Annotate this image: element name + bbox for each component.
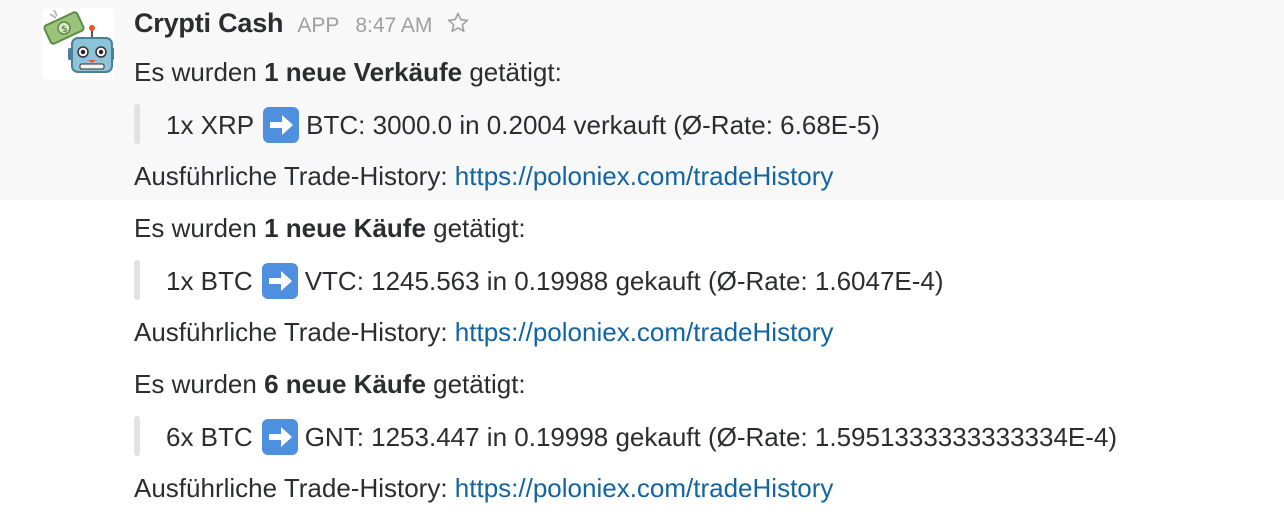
trade-count: 6 neue Käufe	[264, 369, 426, 399]
trade-detail: 1x XRP BTC: 3000.0 in 0.2004 verkauft (Ø…	[166, 106, 880, 144]
trade-source: 6x BTC	[166, 422, 253, 452]
trade-count: 1 neue Verkäufe	[264, 57, 463, 87]
trade-detail: 6x BTC GNT: 1253.447 in 0.19998 gekauft …	[166, 418, 1117, 456]
trade-result: BTC: 3000.0 in 0.2004 verkauft (Ø-Rate: …	[306, 110, 880, 140]
bot-avatar[interactable]: $	[42, 8, 114, 80]
trade-intro: Es wurden 1 neue Käufe getätigt:	[134, 213, 526, 243]
timestamp[interactable]: 8:47 AM	[355, 14, 432, 38]
trade-history-link[interactable]: https://poloniex.com/tradeHistory	[455, 161, 834, 191]
trade-history-line: Ausführliche Trade-History: https://polo…	[134, 317, 834, 347]
sender-name[interactable]: Crypti Cash	[134, 8, 284, 39]
star-icon[interactable]	[446, 11, 470, 40]
right-arrow-emoji-icon	[261, 419, 298, 455]
quote-bar	[134, 104, 140, 144]
trade-count: 1 neue Käufe	[264, 213, 426, 243]
trade-source: 1x BTC	[166, 266, 253, 296]
message-header: Crypti Cash APP 8:47 AM	[134, 8, 470, 48]
trade-intro: Es wurden 6 neue Käufe getätigt:	[134, 369, 526, 399]
trade-result: VTC: 1245.563 in 0.19988 gekauft (Ø-Rate…	[304, 266, 944, 296]
quote-bar	[134, 260, 140, 300]
trade-history-line: Ausführliche Trade-History: https://polo…	[134, 161, 834, 191]
trade-history-link[interactable]: https://poloniex.com/tradeHistory	[455, 473, 834, 503]
trade-history-link[interactable]: https://poloniex.com/tradeHistory	[455, 317, 834, 347]
right-arrow-emoji-icon	[263, 107, 300, 143]
app-badge: APP	[297, 14, 340, 37]
right-arrow-emoji-icon	[261, 263, 298, 299]
trade-detail: 1x BTC VTC: 1245.563 in 0.19988 gekauft …	[166, 262, 944, 300]
robot-money-emoji-icon: $	[43, 9, 114, 73]
quote-bar	[134, 416, 140, 456]
trade-result: GNT: 1253.447 in 0.19998 gekauft (Ø-Rate…	[304, 422, 1118, 452]
trade-source: 1x XRP	[166, 110, 255, 140]
trade-history-line: Ausführliche Trade-History: https://polo…	[134, 473, 834, 503]
trade-intro: Es wurden 1 neue Verkäufe getätigt:	[134, 57, 562, 87]
